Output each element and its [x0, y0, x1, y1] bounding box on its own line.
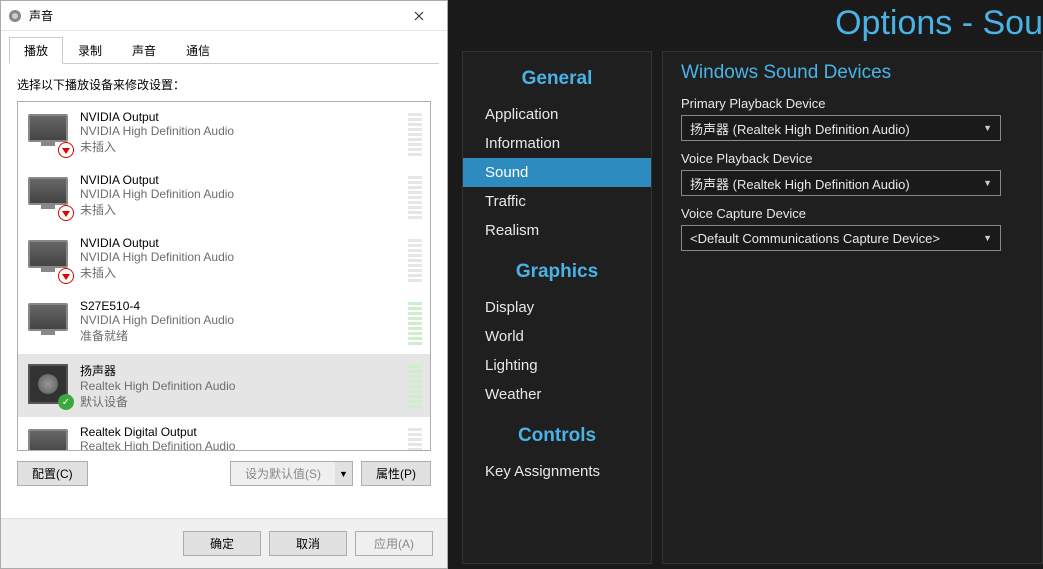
select-value: 扬声器 (Realtek High Definition Audio) [690, 119, 910, 138]
speaker-icon [26, 362, 72, 408]
panel-header: Windows Sound Devices [681, 62, 1024, 96]
device-name: NVIDIA Output [80, 173, 402, 187]
device-desc: NVIDIA High Definition Audio [80, 313, 402, 327]
device-status: 未插入 [80, 201, 402, 218]
nav-item-lighting[interactable]: Lighting [463, 351, 651, 380]
chevron-down-icon: ▼ [983, 178, 992, 188]
select-value: <Default Communications Capture Device> [690, 231, 940, 246]
monitor-icon [26, 299, 72, 345]
section-header: Graphics [463, 245, 651, 293]
monitor-icon [26, 173, 72, 219]
device-status: 默认设备 [80, 393, 402, 410]
device-desc: NVIDIA High Definition Audio [80, 250, 402, 264]
device-status: 准备就绪 [80, 327, 402, 344]
device-item[interactable]: S27E510-4NVIDIA High Definition Audio准备就… [18, 291, 430, 354]
device-name: Realtek Digital Output [80, 425, 402, 439]
window-title: 声音 [29, 7, 396, 24]
chevron-down-icon[interactable]: ▼ [335, 461, 353, 486]
set-default-label[interactable]: 设为默认值(S) [230, 461, 335, 486]
nav-item-display[interactable]: Display [463, 293, 651, 322]
instruction-text: 选择以下播放设备来修改设置： [17, 76, 431, 93]
tab-body: 选择以下播放设备来修改设置： NVIDIA OutputNVIDIA High … [9, 63, 439, 494]
nav-item-realism[interactable]: Realism [463, 216, 651, 245]
section-header: Controls [463, 409, 651, 457]
monitor-icon [26, 110, 72, 156]
chevron-down-icon: ▼ [983, 123, 992, 133]
ok-button[interactable]: 确定 [183, 531, 261, 556]
nav-item-key-assignments[interactable]: Key Assignments [463, 457, 651, 486]
section-header: General [463, 52, 651, 100]
device-desc: NVIDIA High Definition Audio [80, 124, 402, 138]
button-row: 配置(C) 设为默认值(S) ▼ 属性(P) [17, 451, 431, 486]
level-meter [408, 427, 422, 451]
tab-bar: 播放录制声音通信 [1, 31, 447, 64]
tab-通信[interactable]: 通信 [171, 37, 225, 64]
nav-item-weather[interactable]: Weather [463, 380, 651, 409]
options-sidebar: GeneralApplicationInformationSoundTraffi… [462, 51, 652, 564]
tab-声音[interactable]: 声音 [117, 37, 171, 64]
status-badge-icon [58, 394, 74, 410]
nav-item-sound[interactable]: Sound [463, 158, 651, 187]
device-select[interactable]: <Default Communications Capture Device> ▼ [681, 225, 1001, 251]
device-item[interactable]: Realtek Digital OutputRealtek High Defin… [18, 417, 430, 451]
monitor-icon [26, 236, 72, 282]
device-list[interactable]: NVIDIA OutputNVIDIA High Definition Audi… [17, 101, 431, 451]
device-desc: Realtek High Definition Audio [80, 379, 402, 393]
device-item[interactable]: 扬声器Realtek High Definition Audio默认设备 [18, 354, 430, 417]
level-meter [408, 112, 422, 156]
device-select[interactable]: 扬声器 (Realtek High Definition Audio) ▼ [681, 115, 1001, 141]
cancel-button[interactable]: 取消 [269, 531, 347, 556]
options-title: Options - Sou [448, 0, 1043, 51]
level-meter [408, 175, 422, 219]
device-status: 未插入 [80, 264, 402, 281]
close-button[interactable] [396, 2, 441, 30]
nav-item-application[interactable]: Application [463, 100, 651, 129]
device-item[interactable]: NVIDIA OutputNVIDIA High Definition Audi… [18, 165, 430, 228]
titlebar: 声音 [1, 1, 447, 31]
properties-button[interactable]: 属性(P) [361, 461, 431, 486]
chevron-down-icon: ▼ [983, 233, 992, 243]
device-desc: NVIDIA High Definition Audio [80, 187, 402, 201]
nav-item-traffic[interactable]: Traffic [463, 187, 651, 216]
field-label: Voice Playback Device [681, 151, 1024, 166]
dialog-footer: 确定 取消 应用(A) [1, 518, 447, 568]
options-main-panel: Windows Sound Devices Primary Playback D… [662, 51, 1043, 564]
device-name: NVIDIA Output [80, 236, 402, 250]
device-name: S27E510-4 [80, 299, 402, 313]
set-default-button[interactable]: 设为默认值(S) ▼ [230, 461, 353, 486]
status-badge-icon [58, 142, 74, 158]
monitor-icon [26, 425, 72, 451]
select-value: 扬声器 (Realtek High Definition Audio) [690, 174, 910, 193]
field-label: Primary Playback Device [681, 96, 1024, 111]
status-badge-icon [58, 205, 74, 221]
field-label: Voice Capture Device [681, 206, 1024, 221]
device-select[interactable]: 扬声器 (Realtek High Definition Audio) ▼ [681, 170, 1001, 196]
nav-item-information[interactable]: Information [463, 129, 651, 158]
tab-播放[interactable]: 播放 [9, 37, 63, 64]
sound-icon [7, 8, 23, 24]
options-window: Options - Sou GeneralApplicationInformat… [448, 0, 1043, 569]
nav-item-world[interactable]: World [463, 322, 651, 351]
status-badge-icon [58, 268, 74, 284]
apply-button[interactable]: 应用(A) [355, 531, 433, 556]
device-item[interactable]: NVIDIA OutputNVIDIA High Definition Audi… [18, 228, 430, 291]
tab-录制[interactable]: 录制 [63, 37, 117, 64]
device-item[interactable]: NVIDIA OutputNVIDIA High Definition Audi… [18, 102, 430, 165]
level-meter [408, 238, 422, 282]
level-meter [408, 301, 422, 345]
device-status: 未插入 [80, 138, 402, 155]
device-name: 扬声器 [80, 362, 402, 379]
sound-dialog: 声音 播放录制声音通信 选择以下播放设备来修改设置： NVIDIA Output… [0, 0, 448, 569]
configure-button[interactable]: 配置(C) [17, 461, 88, 486]
device-desc: Realtek High Definition Audio [80, 439, 402, 451]
level-meter [408, 364, 422, 408]
device-name: NVIDIA Output [80, 110, 402, 124]
